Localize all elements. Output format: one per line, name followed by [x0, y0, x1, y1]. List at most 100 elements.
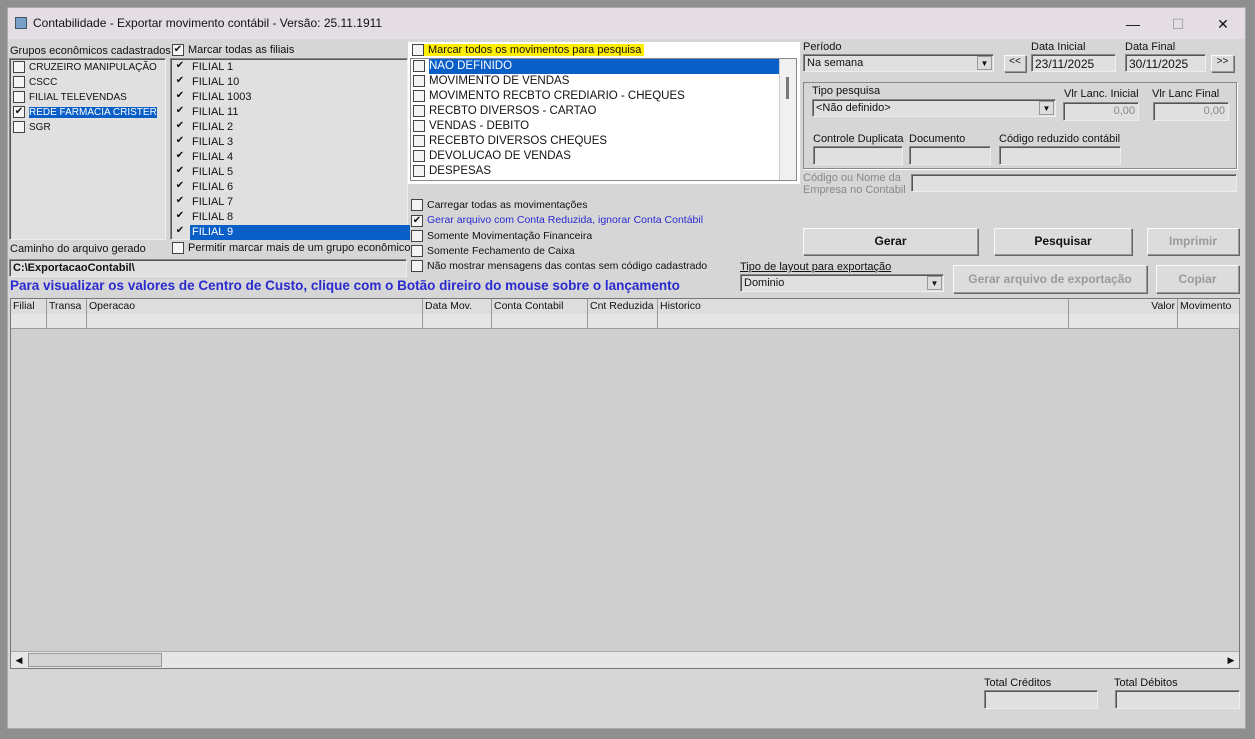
- pesquisar-button[interactable]: Pesquisar: [994, 228, 1132, 255]
- group-item[interactable]: ✔ REDE FARMACIA CRISTER: [13, 105, 157, 120]
- movement-item[interactable]: NAO DEFINIDO: [413, 59, 779, 74]
- vlr-final-label: Vlr Lanc Final: [1152, 88, 1220, 100]
- scroll-left-icon[interactable]: ◀: [11, 652, 27, 668]
- column-header[interactable]: Valor: [1069, 299, 1178, 314]
- gerar-arquivo-button[interactable]: Gerar arquivo de exportação: [953, 265, 1147, 293]
- checkbox-icon: ✔: [175, 120, 185, 132]
- checkbox-icon: [411, 260, 423, 273]
- movement-item[interactable]: VENDAS - DEBITO: [413, 119, 779, 134]
- grid-cell[interactable]: [492, 314, 588, 329]
- option-checkbox[interactable]: Somente Movimentação Financeira: [411, 230, 592, 242]
- column-header[interactable]: Historico: [658, 299, 1069, 314]
- documento-input[interactable]: [909, 146, 991, 165]
- maximize-button[interactable]: ☐: [1158, 12, 1198, 36]
- column-header[interactable]: Transa: [47, 299, 87, 314]
- option-checkbox[interactable]: Não mostrar mensagens das contas sem cód…: [411, 260, 707, 273]
- filial-item[interactable]: ✔ FILIAL 2: [174, 120, 407, 135]
- checkbox-icon: [413, 104, 425, 117]
- checkbox-icon: [413, 164, 425, 177]
- movements-scrollbar[interactable]: [779, 59, 796, 180]
- option-checkbox[interactable]: ✔ Gerar arquivo com Conta Reduzida, ignor…: [411, 214, 703, 227]
- copiar-button[interactable]: Copiar: [1156, 265, 1239, 293]
- results-grid[interactable]: ◀ ▶ Filial Transa Operacao Data Mov. Conta C…: [10, 298, 1240, 669]
- group-item[interactable]: CSCC: [13, 75, 57, 90]
- next-period-button[interactable]: >>: [1211, 55, 1234, 72]
- grid-cell[interactable]: [1069, 314, 1178, 329]
- column-header[interactable]: Conta Contabil: [492, 299, 588, 314]
- filial-item[interactable]: ✔ FILIAL 8: [174, 210, 407, 225]
- group-label: REDE FARMACIA CRISTER: [29, 107, 157, 118]
- option-checkbox[interactable]: Somente Fechamento de Caixa: [411, 245, 575, 258]
- movement-item[interactable]: MOVIMENTO DE VENDAS: [413, 74, 779, 89]
- grid-cell[interactable]: [588, 314, 658, 329]
- group-item[interactable]: CRUZEIRO MANIPULAÇÃO: [13, 60, 157, 75]
- tipo-pesquisa-select[interactable]: <Não definido> ▼: [812, 99, 1056, 117]
- filial-label: FILIAL 11: [192, 106, 239, 118]
- filial-item[interactable]: ✔ FILIAL 3: [174, 135, 407, 150]
- option-checkbox[interactable]: Carregar todas as movimentações: [411, 199, 588, 212]
- total-creditos-label: Total Créditos: [984, 677, 1052, 689]
- close-button[interactable]: ✕: [1203, 12, 1243, 36]
- movements-list[interactable]: DESPESAS DEVOLUCAO DE VENDAS RECEBTO DIVER…: [410, 58, 797, 181]
- group-item[interactable]: SGR: [13, 120, 51, 135]
- data-inicial-input[interactable]: 23/11/2025: [1031, 54, 1116, 72]
- chevron-down-icon: ▼: [927, 276, 942, 290]
- groups-list[interactable]: CRUZEIRO MANIPULAÇÃO CSCC FILIAL TELEVENDA…: [9, 58, 166, 240]
- filial-item[interactable]: ✔ FILIAL 1003: [174, 90, 407, 105]
- vlr-inicial-input[interactable]: 0,00: [1063, 102, 1139, 121]
- filial-item[interactable]: ✔ FILIAL 5: [174, 165, 407, 180]
- column-header[interactable]: Movimento: [1178, 299, 1240, 314]
- movement-item[interactable]: DEVOLUCAO DE VENDAS: [413, 149, 779, 164]
- data-final-input[interactable]: 30/11/2025: [1125, 54, 1206, 72]
- grid-cell[interactable]: [11, 314, 47, 329]
- scroll-right-icon[interactable]: ▶: [1223, 652, 1239, 668]
- layout-select[interactable]: Dominio ▼: [740, 274, 944, 292]
- group-item[interactable]: FILIAL TELEVENDAS: [13, 90, 127, 105]
- filial-item[interactable]: ✔ FILIAL 6: [174, 180, 407, 195]
- checkbox-icon: ✔: [175, 195, 185, 207]
- filial-item[interactable]: ✔ FILIAL 4: [174, 150, 407, 165]
- movement-item[interactable]: DESPESAS: [413, 164, 779, 179]
- data-final-label: Data Final: [1125, 41, 1176, 53]
- empresa-input[interactable]: [911, 174, 1237, 192]
- grid-cell[interactable]: [1178, 314, 1240, 329]
- checkbox-icon: ✔: [175, 90, 185, 102]
- movements-panel: Marcar todos os movimentos para pesquisa…: [408, 42, 800, 184]
- controle-duplicata-input[interactable]: [813, 146, 903, 165]
- mark-all-filiais-checkbox[interactable]: ✔ Marcar todas as filiais: [172, 44, 294, 57]
- allow-multi-group-checkbox[interactable]: Permitir marcar mais de um grupo econômi…: [172, 242, 411, 255]
- column-header[interactable]: Data Mov.: [423, 299, 492, 314]
- filial-item[interactable]: ✔ FILIAL 9: [174, 225, 410, 240]
- empresa-label: Código ou Nome da Empresa no Contabil: [803, 172, 906, 196]
- filial-item[interactable]: ✔ FILIAL 10: [174, 75, 407, 90]
- movement-item[interactable]: RECBTO DIVERSOS - CARTAO: [413, 104, 779, 119]
- grid-cell[interactable]: [658, 314, 1069, 329]
- filial-item[interactable]: ✔ FILIAL 1: [174, 60, 407, 75]
- imprimir-button[interactable]: Imprimir: [1147, 228, 1239, 255]
- path-input[interactable]: C:\ExportacaoContabil\: [9, 259, 407, 277]
- movement-item[interactable]: MOVIMENTO RECBTO CREDIARIO - CHEQUES: [413, 89, 779, 104]
- filial-item[interactable]: ✔ FILIAL 11: [174, 105, 407, 120]
- mark-all-movements-checkbox[interactable]: Marcar todos os movimentos para pesquisa: [412, 44, 645, 57]
- column-header[interactable]: Filial: [11, 299, 47, 314]
- codigo-reduzido-input[interactable]: [999, 146, 1121, 165]
- horizontal-scrollbar[interactable]: ◀ ▶: [11, 651, 1239, 668]
- gerar-button[interactable]: Gerar: [803, 228, 978, 255]
- grid-cell[interactable]: [47, 314, 87, 329]
- scrollbar-thumb[interactable]: [28, 653, 162, 667]
- vlr-final-input[interactable]: 0,00: [1153, 102, 1229, 121]
- filial-item[interactable]: ✔ FILIAL 7: [174, 195, 407, 210]
- filiais-list[interactable]: ✔ FILIAL 1 ✔ FILIAL 10 ✔ FILIAL 1003 ✔ FILIAL 1…: [170, 58, 410, 240]
- filial-label: FILIAL 10: [192, 76, 240, 88]
- periodo-select[interactable]: Na semana ▼: [803, 54, 994, 72]
- scrollbar-thumb[interactable]: [786, 77, 789, 99]
- grid-cell[interactable]: [423, 314, 492, 329]
- checkbox-icon: [411, 229, 423, 242]
- grid-cell[interactable]: [87, 314, 423, 329]
- column-header[interactable]: Operacao: [87, 299, 423, 314]
- column-header[interactable]: Cnt Reduzida: [588, 299, 658, 314]
- checkbox-icon: ✔: [172, 44, 184, 57]
- movement-item[interactable]: RECEBTO DIVERSOS CHEQUES: [413, 134, 779, 149]
- previous-period-button[interactable]: <<: [1004, 55, 1026, 72]
- minimize-button[interactable]: —: [1113, 12, 1153, 36]
